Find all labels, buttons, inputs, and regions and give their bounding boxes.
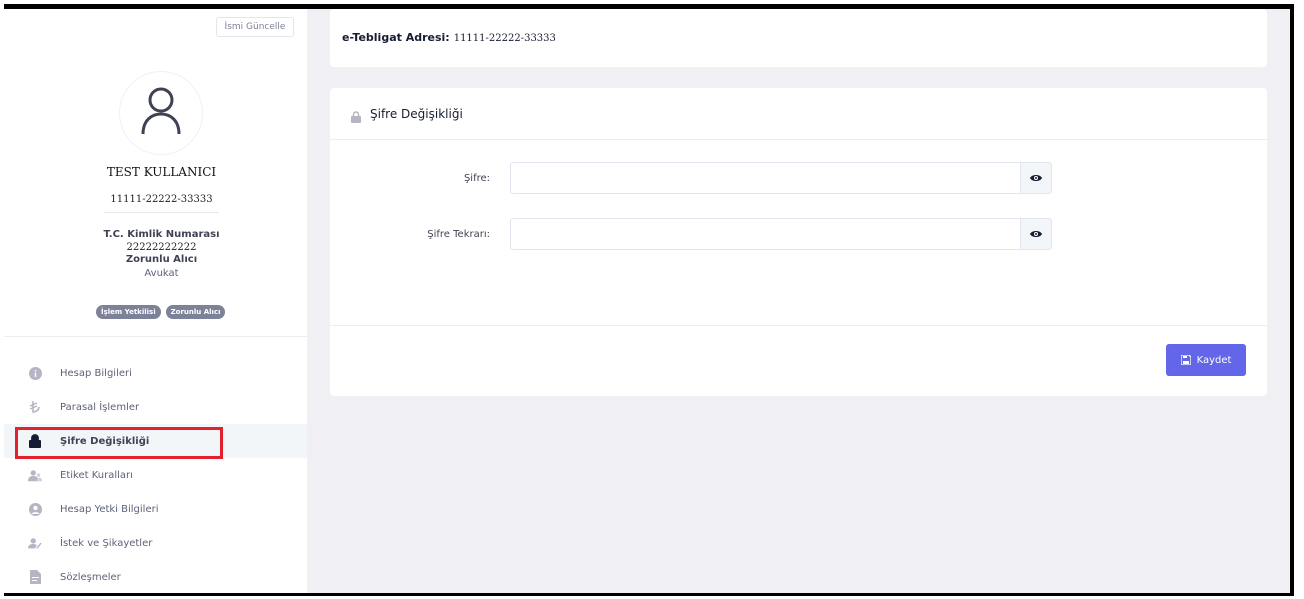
eye-icon (1030, 231, 1042, 237)
card-header: Şifre Değişikliği (330, 88, 1267, 140)
sidebar-item-label: İstek ve Şikayetler (60, 537, 153, 549)
password-change-card: Şifre Değişikliği Şifre: Şifre Tekrarı: … (330, 88, 1267, 396)
sidebar-divider (4, 336, 307, 337)
sidebar-item-hesap-yetki-bilgileri[interactable]: Hesap Yetki Bilgileri (4, 492, 307, 526)
badge-group: İşlem Yetkilisi Zorunlu Alıcı (96, 305, 226, 319)
sidebar-item-parasal-islemler[interactable]: Parasal İşlemler (4, 390, 307, 424)
role-label: Zorunlu Alıcı (125, 254, 198, 265)
password-repeat-label: Şifre Tekrarı: (427, 229, 490, 240)
card-title: Şifre Değişikliği (370, 107, 463, 121)
document-icon (28, 570, 42, 584)
kimlik-label: T.C. Kimlik Numarası (103, 229, 220, 240)
avatar (120, 72, 202, 154)
sidebar-item-etiket-kurallari[interactable]: Etiket Kuralları (4, 458, 307, 492)
password-label: Şifre: (463, 173, 490, 184)
card-footer-divider (330, 325, 1267, 326)
user-edit-icon (28, 536, 42, 550)
lock-icon (351, 108, 361, 127)
divider (104, 212, 219, 213)
badge-islem-yetkilisi: İşlem Yetkilisi (96, 305, 161, 319)
sidebar-item-sozlesmeler[interactable]: Sözleşmeler (4, 560, 307, 593)
lira-icon (28, 400, 42, 414)
user-circle-icon (28, 502, 42, 516)
sidebar-item-hesap-bilgileri[interactable]: Hesap Bilgileri (4, 356, 307, 390)
rename-button[interactable]: İsmi Güncelle (216, 17, 294, 37)
user-id: 11111-22222-33333 (110, 194, 213, 205)
password-repeat-input[interactable] (510, 218, 1021, 250)
info-icon (28, 366, 42, 380)
sidebar-item-label: Hesap Yetki Bilgileri (60, 503, 159, 515)
save-label: Kaydet (1196, 354, 1232, 366)
sidebar-menu: Hesap Bilgileri Parasal İşlemler Şifre D… (4, 356, 307, 593)
app-frame: İsmi Güncelle TEST KULLANICI 11111-22222… (4, 4, 1294, 596)
sidebar-item-label: Parasal İşlemler (60, 401, 140, 413)
save-button[interactable]: Kaydet (1166, 344, 1246, 376)
sidebar-item-label: Sözleşmeler (60, 571, 121, 583)
etebligat-label: e-Tebligat Adresi: (342, 31, 450, 44)
users-icon (28, 468, 42, 482)
save-icon (1180, 355, 1191, 365)
sidebar-item-label: Hesap Bilgileri (60, 367, 132, 379)
title-value: Avukat (144, 268, 179, 279)
show-password-button[interactable] (1020, 162, 1052, 194)
etebligat-value: 11111-22222-33333 (453, 33, 556, 44)
highlight-box (15, 427, 223, 459)
kimlik-value: 22222222222 (126, 242, 197, 253)
etebligat-card: e-Tebligat Adresi: 11111-22222-33333 (330, 9, 1267, 67)
sidebar-item-istek-ve-sikayetler[interactable]: İstek ve Şikayetler (4, 526, 307, 560)
password-input[interactable] (510, 162, 1021, 194)
show-password-repeat-button[interactable] (1020, 218, 1052, 250)
user-name: TEST KULLANICI (106, 165, 217, 179)
user-icon (141, 87, 181, 135)
sidebar: İsmi Güncelle TEST KULLANICI 11111-22222… (4, 9, 307, 593)
badge-zorunlu-alici: Zorunlu Alıcı (165, 305, 226, 319)
etebligat-address: e-Tebligat Adresi: 11111-22222-33333 (342, 31, 556, 44)
sidebar-item-label: Etiket Kuralları (60, 469, 133, 481)
eye-icon (1030, 175, 1042, 181)
